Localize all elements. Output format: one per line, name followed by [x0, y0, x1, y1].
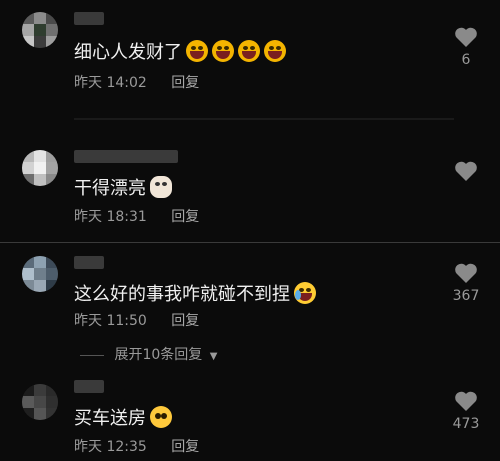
like-count: 473	[452, 416, 480, 432]
pleading-emoji	[150, 406, 172, 428]
caret-down-icon: ▼	[209, 351, 218, 362]
comment-text-label: 这么好的事我咋就碰不到捏	[74, 284, 290, 305]
username-blurred[interactable]	[74, 12, 104, 25]
like-button[interactable]: 473	[446, 390, 486, 432]
username-blurred[interactable]	[74, 380, 104, 393]
like-count: 367	[452, 288, 480, 304]
like-button[interactable]: 367	[446, 262, 486, 304]
heart-icon	[455, 27, 477, 47]
laugh-cry-emoji	[212, 40, 234, 62]
reply-button[interactable]: 回复	[171, 439, 199, 455]
comment-time: 昨天 12:35	[74, 439, 147, 455]
divider	[0, 242, 500, 243]
reply-button[interactable]: 回复	[171, 209, 199, 225]
comment-meta: 昨天 18:31 回复	[74, 206, 199, 226]
comment-time: 昨天 18:31	[74, 209, 147, 225]
comment-text-label: 干得漂亮	[74, 178, 146, 199]
cat-emoji	[150, 176, 172, 198]
laugh-cry-emoji	[264, 40, 286, 62]
avatar[interactable]	[22, 12, 58, 48]
comment-time: 昨天 11:50	[74, 313, 147, 329]
heart-icon	[455, 263, 477, 283]
reply-button[interactable]: 回复	[171, 75, 199, 91]
comment-text-label: 买车送房	[74, 408, 146, 429]
comment-text: 这么好的事我咋就碰不到捏	[74, 280, 316, 306]
like-count: 6	[461, 52, 471, 68]
comment-text: 买车送房	[74, 404, 172, 430]
expand-replies-label: 展开10条回复	[114, 347, 203, 363]
username-blurred[interactable]	[74, 150, 178, 163]
laugh-cry-emoji	[238, 40, 260, 62]
like-button[interactable]: 6	[446, 26, 486, 68]
avatar[interactable]	[22, 384, 58, 420]
username-blurred[interactable]	[74, 256, 104, 269]
avatar[interactable]	[22, 150, 58, 186]
heart-icon	[455, 391, 477, 411]
like-button[interactable]	[446, 160, 486, 186]
comment-text: 细心人发财了	[74, 38, 286, 64]
reply-button[interactable]: 回复	[171, 313, 199, 329]
heart-icon	[455, 161, 477, 181]
comment-text: 干得漂亮	[74, 174, 172, 200]
comment-text-label: 细心人发财了	[74, 42, 182, 63]
divider	[74, 118, 454, 120]
avatar[interactable]	[22, 256, 58, 292]
comment-time: 昨天 14:02	[74, 75, 147, 91]
comment-meta: 昨天 14:02 回复	[74, 72, 199, 92]
comment-meta: 昨天 11:50 回复	[74, 310, 199, 330]
laugh-cry-emoji	[186, 40, 208, 62]
divider	[80, 354, 104, 356]
comment-meta: 昨天 12:35 回复	[74, 436, 199, 456]
expand-replies-button[interactable]: 展开10条回复 ▼	[80, 344, 217, 364]
laugh-cry-emoji	[294, 282, 316, 304]
